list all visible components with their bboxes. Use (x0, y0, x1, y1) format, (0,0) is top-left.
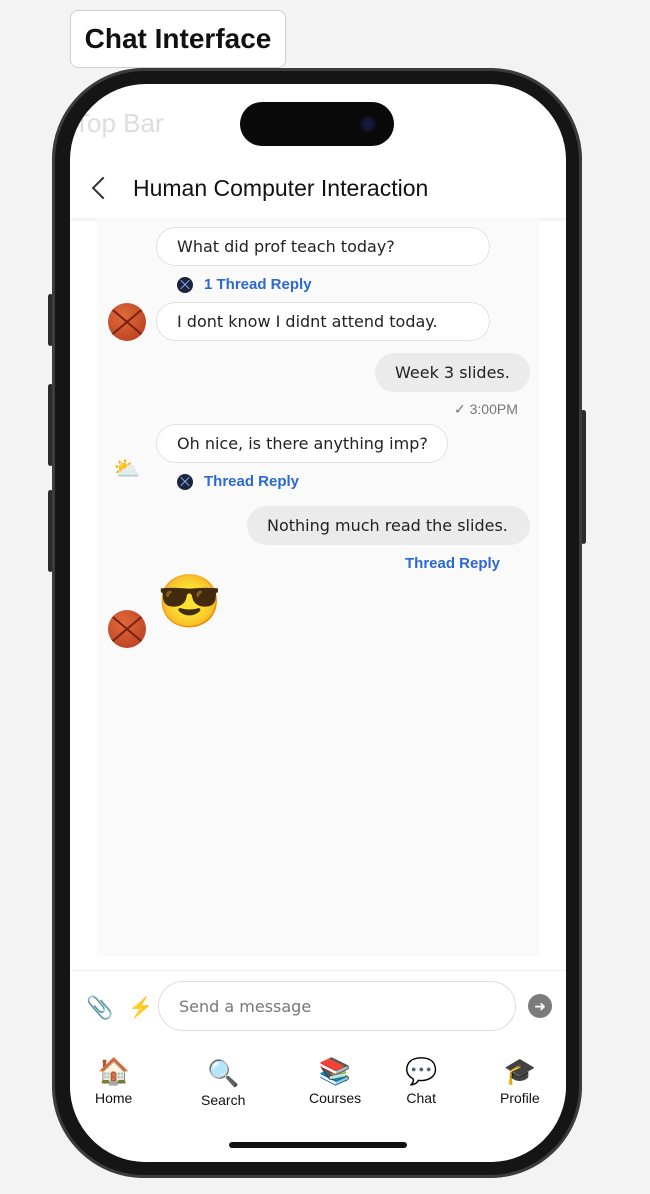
magnifier-icon: 🔍 (206, 1058, 240, 1088)
speech-bubble-icon: 💬 (405, 1056, 438, 1086)
thread-avatar-icon (177, 276, 193, 293)
tab-chat[interactable]: 💬 Chat (405, 1056, 437, 1106)
thread-reply-label: Thread Reply (204, 473, 300, 490)
message-bubble[interactable]: What did prof teach today? (156, 227, 490, 266)
thread-reply-label: 1 Thread Reply (204, 276, 312, 293)
tab-label: Profile (500, 1090, 540, 1106)
thread-avatar-icon (177, 473, 193, 490)
house-icon: 🏠 (97, 1056, 130, 1086)
tab-profile[interactable]: 🎓 Profile (500, 1056, 540, 1106)
send-arrow-icon[interactable]: ➜ (528, 994, 552, 1018)
thread-reply-link[interactable]: 1 Thread Reply (177, 276, 312, 293)
ghost-top-label: Top Bar (74, 108, 164, 138)
avatar[interactable] (108, 610, 146, 648)
tab-label: Courses (309, 1090, 362, 1106)
chat-header: Human Computer Interaction (70, 158, 566, 218)
thread-reply-link[interactable]: Thread Reply (405, 555, 500, 572)
message-composer: 📎 ⚡ ➜ (70, 970, 566, 1043)
chat-title: Human Computer Interaction (133, 174, 429, 201)
message-bubble-outgoing[interactable]: Nothing much read the slides. (247, 506, 530, 545)
emoji-message[interactable]: 😎 (157, 576, 222, 628)
message-bubble-outgoing[interactable]: Week 3 slides. (375, 353, 530, 392)
check-icon: ✓ (454, 401, 466, 417)
timestamp-label: 3:00PM (469, 401, 518, 417)
books-icon: 📚 (318, 1056, 352, 1086)
tab-home[interactable]: 🏠 Home (95, 1056, 132, 1106)
avatar[interactable] (108, 303, 146, 341)
message-bubble[interactable]: I dont know I didnt attend today. (156, 302, 490, 341)
tab-label: Search (201, 1092, 246, 1108)
back-chevron-icon[interactable] (91, 176, 115, 200)
bolt-icon[interactable]: ⚡ (128, 995, 153, 1020)
graduation-cap-icon: 🎓 (503, 1056, 537, 1086)
phone-screen: Top Bar Human Computer Interaction What … (70, 84, 566, 1162)
tab-courses[interactable]: 📚 Courses (309, 1056, 361, 1106)
camera-icon (360, 116, 376, 132)
attach-paperclip-icon[interactable]: 📎 (86, 995, 113, 1021)
frame-label: Chat Interface (70, 10, 286, 68)
message-bubble[interactable]: Oh nice, is there anything imp? (156, 424, 448, 463)
message-input[interactable] (158, 981, 516, 1031)
avatar-weather-icon[interactable]: ⛅ (108, 450, 146, 488)
home-indicator[interactable] (229, 1142, 407, 1148)
message-list[interactable]: What did prof teach today? 1 Thread Repl… (97, 218, 539, 956)
tab-label: Home (95, 1090, 133, 1106)
thread-reply-link[interactable]: Thread Reply (177, 473, 299, 490)
thread-reply-label: Thread Reply (405, 555, 501, 572)
dynamic-island (240, 102, 394, 146)
tab-label: Chat (406, 1090, 436, 1106)
message-timestamp: ✓ 3:00PM (454, 401, 518, 418)
tab-search[interactable]: 🔍 Search (201, 1058, 245, 1108)
